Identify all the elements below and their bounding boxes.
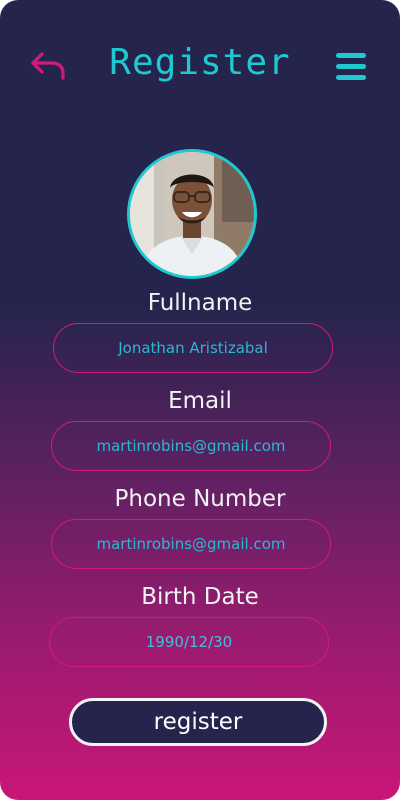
avatar[interactable] [127,149,257,279]
phone-field[interactable] [51,519,331,569]
profile-photo [130,152,254,276]
menu-button[interactable] [334,50,368,84]
register-screen: Register Fullname Email P [0,0,400,800]
fullname-field[interactable] [53,323,333,373]
phone-label: Phone Number [114,486,286,512]
register-button[interactable]: register [69,698,327,746]
email-field[interactable] [51,421,331,471]
birthdate-field[interactable] [49,617,329,667]
fullname-label: Fullname [147,290,253,316]
hamburger-menu-icon [336,53,366,80]
birthdate-label: Birth Date [141,584,259,610]
email-label: Email [168,388,232,414]
